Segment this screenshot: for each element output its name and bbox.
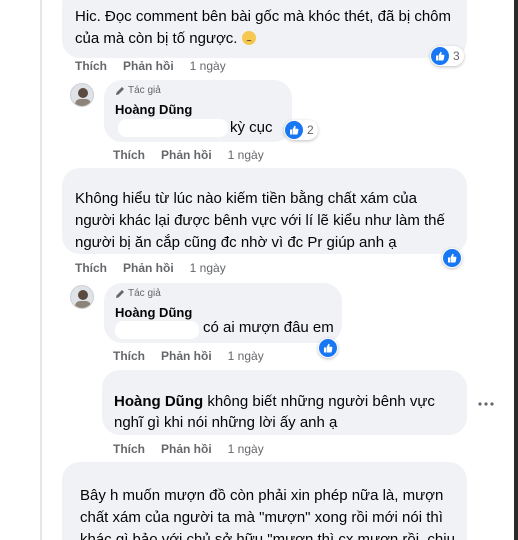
reply-button[interactable]: Phản hồi [123, 261, 174, 275]
thread-line [40, 0, 42, 540]
scrollbar-track[interactable] [514, 0, 518, 540]
reaction-button[interactable] [318, 338, 338, 358]
comment-text: người khác lại được bênh vực với lí lẽ k… [75, 212, 445, 229]
pencil-icon [116, 86, 124, 95]
author-name[interactable]: Hoàng Dũng [115, 102, 192, 117]
comment-text: Không hiểu từ lúc nào kiếm tiền bằng chấ… [75, 190, 417, 207]
like-button[interactable]: Thích [113, 442, 145, 456]
avatar[interactable] [70, 83, 94, 107]
timestamp[interactable]: 1 ngày [228, 349, 264, 363]
comment-text: Bây h muốn mượn đồ còn phải xin phép nữa… [80, 487, 444, 504]
reaction-number: 2 [307, 123, 314, 137]
author-name[interactable]: Hoàng Dũng [115, 305, 192, 320]
reaction-button[interactable] [442, 248, 462, 268]
timestamp[interactable]: 1 ngày [190, 59, 226, 73]
avatar[interactable] [70, 285, 94, 309]
comment-actions: Thích Phản hồi 1 ngày [113, 442, 264, 456]
comment-actions: Thích Phản hồi 1 ngày [113, 148, 264, 162]
like-thumb-icon [319, 339, 337, 357]
comment-text: khác gì bảo với chủ sở hữu "mượn thì cx … [80, 531, 455, 540]
comment-text: kỳ cục [230, 119, 273, 136]
reply-button[interactable]: Phản hồi [161, 148, 212, 162]
sad-face-emoji [241, 31, 256, 45]
reply-button[interactable]: Phản hồi [123, 59, 174, 73]
comment-text: nghĩ gì khi nói những lời ấy anh ạ [114, 414, 338, 431]
comment-actions: Thích Phản hồi 1 ngày [75, 261, 226, 275]
like-thumb-icon [431, 47, 449, 65]
like-button[interactable]: Thích [75, 261, 107, 275]
timestamp[interactable]: 1 ngày [228, 442, 264, 456]
comment-text: người bị ăn cắp cũng đc nhờ vì đc Pr giú… [75, 234, 397, 251]
reaction-number: 3 [453, 49, 460, 63]
pencil-icon [116, 289, 124, 298]
reaction-count[interactable]: 2 [284, 120, 318, 140]
author-badge: Tác giả [115, 288, 161, 299]
timestamp[interactable]: 1 ngày [190, 261, 226, 275]
like-button[interactable]: Thích [113, 148, 145, 162]
mention-link[interactable]: Hoàng Dũng [114, 393, 203, 410]
comment-text: của mà còn bị tố ngược. [75, 29, 256, 49]
comment-text: có ai mượn đâu em [203, 319, 334, 336]
author-badge: Tác giả [115, 85, 161, 96]
like-thumb-icon [443, 249, 461, 267]
timestamp[interactable]: 1 ngày [228, 148, 264, 162]
like-thumb-icon [285, 121, 303, 139]
like-button[interactable]: Thích [113, 349, 145, 363]
redacted-area [115, 321, 199, 339]
comment-text: Hoàng Dũng không biết những người bênh v… [114, 393, 435, 410]
comment-text: chất xám của người ta mà "mượn" xong rồi… [80, 509, 443, 526]
comment-text: Hic. Đọc comment bên bài gốc mà khóc thé… [75, 8, 452, 25]
more-options-icon[interactable] [478, 393, 494, 411]
like-button[interactable]: Thích [75, 59, 107, 73]
reply-button[interactable]: Phản hồi [161, 349, 212, 363]
comment-actions: Thích Phản hồi 1 ngày [75, 59, 226, 73]
reply-button[interactable]: Phản hồi [161, 442, 212, 456]
reaction-count[interactable]: 3 [430, 46, 464, 66]
redacted-area [118, 119, 228, 137]
redacted-avatar [68, 372, 96, 400]
comment-actions: Thích Phản hồi 1 ngày [113, 349, 264, 363]
